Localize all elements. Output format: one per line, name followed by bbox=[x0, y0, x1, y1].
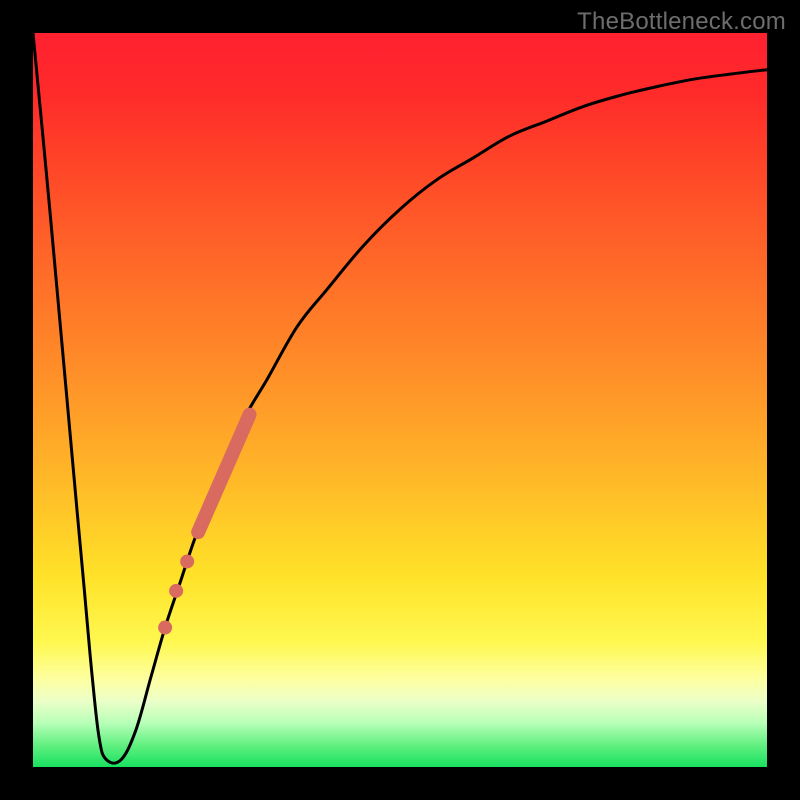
highlight-dot-3 bbox=[158, 621, 172, 635]
watermark-text: TheBottleneck.com bbox=[577, 8, 786, 36]
highlight-dot-2 bbox=[169, 584, 183, 598]
chart-frame: TheBottleneck.com bbox=[0, 0, 800, 800]
highlight-dot-1 bbox=[180, 554, 194, 568]
highlight-segment bbox=[198, 415, 249, 532]
plot-area bbox=[33, 33, 767, 767]
bottleneck-curve-path bbox=[33, 33, 767, 763]
chart-svg bbox=[33, 33, 767, 767]
